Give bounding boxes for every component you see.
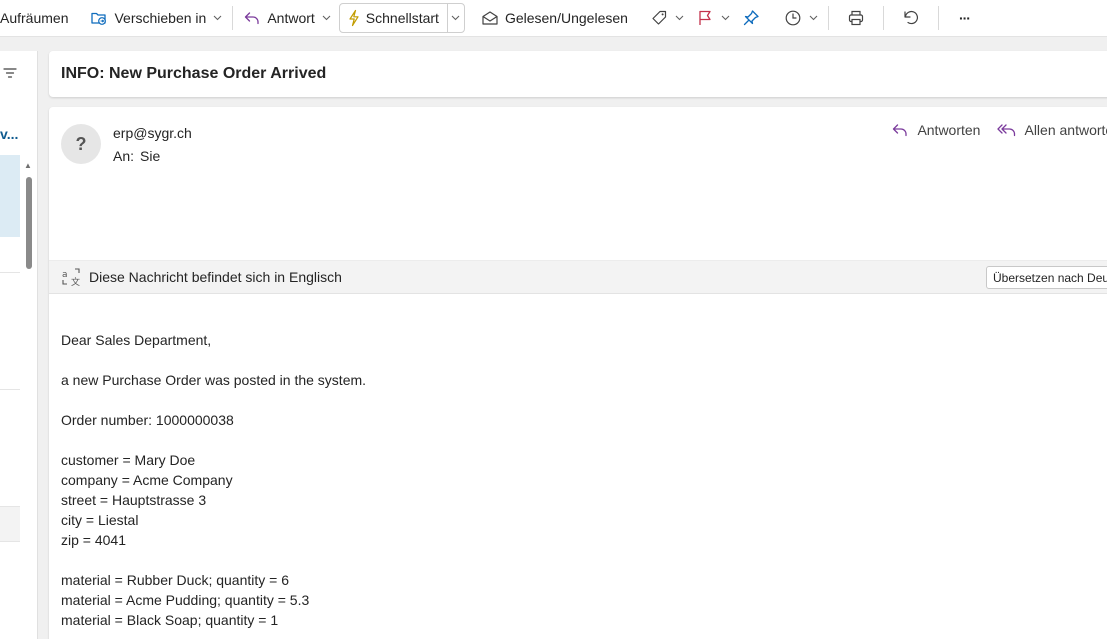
- reply-all-label: Allen antworten: [1024, 122, 1107, 138]
- translate-icon: a 文: [61, 267, 81, 287]
- list-divider: [0, 389, 20, 390]
- translation-notice: Diese Nachricht befindet sich in Englisc…: [89, 269, 342, 285]
- svg-text:文: 文: [71, 276, 80, 287]
- reply-icon: [243, 9, 261, 27]
- message-card: ? erp@sygr.ch An: Sie Antworten Allen ant…: [49, 107, 1107, 639]
- to-value[interactable]: Sie: [140, 148, 160, 164]
- reply-label: Antworten: [917, 122, 981, 138]
- reply-dropdown-button[interactable]: Antwort: [237, 3, 336, 33]
- reply-button[interactable]: Antworten: [891, 121, 980, 139]
- quickstep-label: Schnellstart: [365, 10, 439, 26]
- toolbar-separator: [827, 6, 829, 30]
- reply-all-button[interactable]: Allen antworten: [996, 121, 1107, 139]
- body-intro: a new Purchase Order was posted in the s…: [61, 372, 367, 388]
- folder-move-icon: [90, 9, 108, 27]
- chevron-down-icon: [213, 15, 222, 21]
- tag-icon: [650, 9, 668, 27]
- body-greeting: Dear Sales Department,: [61, 332, 212, 348]
- cleanup-label: Aufräumen: [0, 10, 69, 26]
- reply-all-icon: [996, 121, 1024, 139]
- body-zip: zip = 4041: [61, 532, 126, 548]
- reply-label: Antwort: [267, 10, 315, 26]
- move-to-label: Verschieben in: [114, 10, 207, 26]
- to-label: An:: [113, 148, 135, 164]
- body-company: company = Acme Company: [61, 472, 233, 488]
- chevron-down-icon: [451, 15, 460, 21]
- list-group-header: [0, 506, 20, 542]
- more-icon: ···: [958, 10, 971, 26]
- translate-button[interactable]: Übersetzen nach Deutsch: [986, 266, 1107, 289]
- chevron-down-icon: [721, 15, 730, 21]
- message-list-pane: v... ▲: [0, 51, 38, 639]
- toolbar-separator: [882, 6, 884, 30]
- scroll-up-arrow[interactable]: ▲: [24, 161, 32, 170]
- body-city: city = Liestal: [61, 512, 139, 528]
- categorize-button[interactable]: [644, 3, 690, 33]
- message-body: Dear Sales Department, a new Purchase Or…: [61, 330, 366, 630]
- pin-button[interactable]: [736, 3, 766, 33]
- body-material-line: material = Acme Pudding; quantity = 5.3: [61, 592, 310, 608]
- folder-header-label[interactable]: v...: [0, 126, 18, 142]
- scrollbar-thumb[interactable]: [26, 177, 32, 269]
- cleanup-button[interactable]: Aufräumen: [0, 3, 74, 33]
- body-street: street = Hauptstrasse 3: [61, 492, 207, 508]
- body-material-line: material = Rubber Duck; quantity = 6: [61, 572, 290, 588]
- sender-address[interactable]: erp@sygr.ch: [113, 125, 192, 141]
- list-item-selected[interactable]: [0, 155, 20, 237]
- quickstep-button[interactable]: Schnellstart: [340, 4, 448, 32]
- toolbar-separator: [937, 6, 939, 30]
- message-subject: INFO: New Purchase Order Arrived: [61, 65, 327, 82]
- clock-icon: [784, 9, 802, 27]
- chevron-down-icon: [675, 15, 684, 21]
- reply-actions: Antworten Allen antworten: [875, 121, 1107, 139]
- toolbar-separator: [232, 6, 234, 30]
- read-unread-button[interactable]: Gelesen/Ungelesen: [475, 3, 634, 33]
- print-icon: [847, 9, 865, 27]
- body-order-number: Order number: 1000000038: [61, 412, 234, 428]
- flag-icon: [696, 9, 714, 27]
- subject-card: INFO: New Purchase Order Arrived: [49, 51, 1107, 97]
- reply-icon: [891, 121, 917, 139]
- command-toolbar: Aufräumen Verschieben in Antwort Schnell…: [0, 0, 1107, 37]
- snooze-button[interactable]: [778, 3, 824, 33]
- flag-button[interactable]: [690, 3, 736, 33]
- filter-icon: [3, 67, 17, 79]
- body-customer: customer = Mary Doe: [61, 452, 196, 468]
- envelope-open-icon: [481, 9, 499, 27]
- pin-icon: [742, 9, 760, 27]
- move-to-button[interactable]: Verschieben in: [84, 3, 228, 33]
- filter-button[interactable]: [0, 63, 20, 83]
- quickstep-dropdown[interactable]: [448, 4, 464, 32]
- chevron-down-icon: [809, 15, 818, 21]
- read-unread-label: Gelesen/Ungelesen: [504, 10, 628, 26]
- recipient-line: An: Sie: [113, 148, 160, 164]
- more-options-button[interactable]: ···: [953, 3, 976, 33]
- avatar[interactable]: ?: [61, 124, 101, 164]
- print-button[interactable]: [841, 3, 871, 33]
- chevron-down-icon: [322, 15, 331, 21]
- body-material-line: material = Black Soap; quantity = 1: [61, 612, 279, 628]
- undo-icon: [902, 9, 920, 27]
- undo-button[interactable]: [896, 3, 926, 33]
- lightning-icon: [347, 9, 361, 27]
- translation-bar: a 文 Diese Nachricht befindet sich in Eng…: [49, 260, 1107, 294]
- svg-text:a: a: [62, 270, 68, 280]
- quickstep-split-button: Schnellstart: [338, 3, 465, 33]
- list-divider: [0, 272, 20, 273]
